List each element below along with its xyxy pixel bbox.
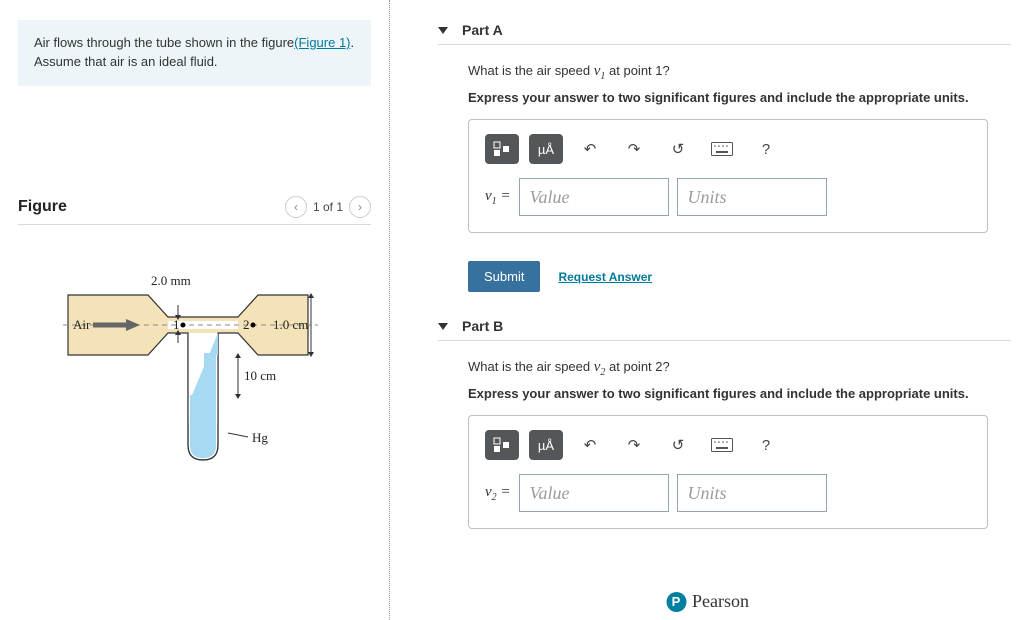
fig-hg-label: Hg	[252, 430, 268, 445]
fig-h-label: 10 cm	[244, 368, 276, 383]
units-input-b[interactable]: Units	[677, 474, 827, 512]
redo-button[interactable]: ↷	[617, 134, 651, 164]
problem-text: Air flows through the tube shown in the …	[34, 35, 294, 50]
fraction-icon	[493, 141, 511, 157]
help-button[interactable]: ?	[749, 430, 783, 460]
redo-button[interactable]: ↷	[617, 430, 651, 460]
caret-down-icon	[438, 323, 448, 330]
footer-brand-text: Pearson	[692, 591, 749, 612]
fig-d2-label: 1.0 cm	[273, 317, 308, 332]
templates-button[interactable]	[485, 134, 519, 164]
reset-button[interactable]: ↺	[661, 134, 695, 164]
answer-widget-b: µÅ ↶ ↷ ↺ ? v2 = Value Units	[468, 415, 988, 529]
fig-p1-label: 1	[173, 317, 180, 332]
part-b-title: Part B	[462, 318, 503, 334]
pearson-logo-icon: P	[666, 592, 686, 612]
value-input-a[interactable]: Value	[519, 178, 669, 216]
figure-link[interactable]: (Figure 1)	[294, 35, 350, 50]
figure-next-button[interactable]: ›	[349, 196, 371, 218]
part-b-header[interactable]: Part B	[438, 318, 1011, 341]
templates-button[interactable]	[485, 430, 519, 460]
keyboard-icon	[711, 142, 733, 156]
part-a-header[interactable]: Part A	[438, 22, 1011, 45]
keyboard-button[interactable]	[705, 134, 739, 164]
footer-brand: P Pearson	[666, 591, 749, 612]
submit-button-a[interactable]: Submit	[468, 261, 540, 292]
units-button[interactable]: µÅ	[529, 430, 563, 460]
undo-button[interactable]: ↶	[573, 134, 607, 164]
fig-d1-label: 2.0 mm	[151, 273, 191, 288]
keyboard-button[interactable]	[705, 430, 739, 460]
units-input-a[interactable]: Units	[677, 178, 827, 216]
part-b-question: What is the air speed v2 at point 2?	[468, 359, 1011, 378]
fraction-icon	[493, 437, 511, 453]
undo-button[interactable]: ↶	[573, 430, 607, 460]
figure-prev-button[interactable]: ‹	[285, 196, 307, 218]
reset-button[interactable]: ↺	[661, 430, 695, 460]
keyboard-icon	[711, 438, 733, 452]
request-answer-link-a[interactable]: Request Answer	[558, 270, 652, 284]
part-a-title: Part A	[462, 22, 503, 38]
part-a-question: What is the air speed v1 at point 1?	[468, 63, 1011, 82]
units-button[interactable]: µÅ	[529, 134, 563, 164]
help-button[interactable]: ?	[749, 134, 783, 164]
lhs-var-a: v1 =	[485, 188, 511, 207]
fig-p2-label: 2	[243, 317, 250, 332]
part-a-instruction: Express your answer to two significant f…	[468, 90, 1011, 105]
figure-page-indicator: 1 of 1	[313, 200, 343, 214]
caret-down-icon	[438, 27, 448, 34]
problem-statement: Air flows through the tube shown in the …	[18, 20, 371, 86]
figure-heading: Figure	[18, 198, 67, 216]
answer-widget-a: µÅ ↶ ↷ ↺ ? v1 = Value Units	[468, 119, 988, 233]
lhs-var-b: v2 =	[485, 484, 511, 503]
fig-air-label: Air	[73, 317, 91, 332]
part-b-instruction: Express your answer to two significant f…	[468, 386, 1011, 401]
value-input-b[interactable]: Value	[519, 474, 669, 512]
figure-image: Air 2.0 mm 1 2 1.0 cm 10 cm Hg	[18, 265, 338, 465]
